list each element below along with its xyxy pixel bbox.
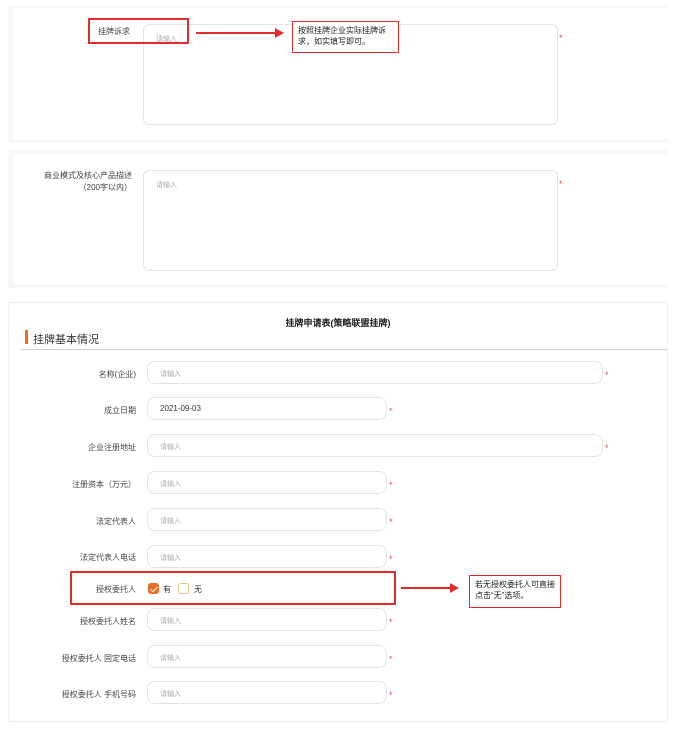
field-label-agent-mobile: 授权委托人 手机号码: [61, 690, 136, 699]
registered-capital-placeholder: 请输入: [160, 481, 181, 488]
agent-landline-required: *: [389, 654, 393, 664]
founding-date-required: *: [389, 406, 393, 416]
business-model-label-line2: （200字以内）: [78, 183, 132, 192]
legal-representative-placeholder: 请输入: [160, 518, 181, 525]
agent-landline-placeholder: 请输入: [160, 655, 181, 662]
authorized-agent-note: 若无授权委托人可直接点击“无”选项。: [469, 575, 561, 608]
agent-name-required: *: [389, 617, 393, 627]
business-model-placeholder: 请输入: [156, 182, 177, 189]
legal-rep-phone-input[interactable]: 请输入: [147, 545, 387, 568]
form-title: 挂牌申请表(策略联盟挂牌): [285, 318, 391, 328]
company-name-placeholder: 请输入: [160, 371, 181, 378]
company-name-required: *: [605, 370, 609, 380]
section-divider: [21, 349, 667, 350]
company-name-input[interactable]: 请输入: [147, 361, 603, 384]
agent-mobile-placeholder: 请输入: [160, 691, 181, 698]
founding-date-input[interactable]: 2021-09-03: [147, 397, 387, 420]
registered-capital-required: *: [389, 480, 393, 490]
field-label-company-name: 名称(企业): [98, 370, 136, 379]
legal-representative-required: *: [389, 517, 393, 527]
field-label-registered-capital: 注册资本（万元）: [72, 480, 136, 489]
section-title: 挂牌基本情况: [33, 334, 99, 346]
agent-name-input[interactable]: 请输入: [147, 608, 387, 631]
field-label-founding-date: 成立日期: [104, 406, 136, 415]
registered-address-input[interactable]: 请输入: [147, 434, 603, 457]
field-label-agent-name: 授权委托人姓名: [80, 617, 136, 626]
agent-mobile-required: *: [389, 690, 393, 700]
registered-address-required: *: [605, 443, 609, 453]
legal-rep-phone-placeholder: 请输入: [160, 555, 181, 562]
business-model-textarea[interactable]: 请输入: [143, 170, 558, 271]
agent-mobile-input[interactable]: 请输入: [147, 681, 387, 704]
authorized-agent-arrow: [401, 583, 459, 593]
registered-capital-input[interactable]: 请输入: [147, 471, 387, 494]
founding-date-value: 2021-09-03: [160, 404, 201, 413]
business-model-required: *: [559, 179, 563, 189]
agent-landline-input[interactable]: 请输入: [147, 645, 387, 668]
business-model-label-line1: 商业模式及核心产品描述: [44, 171, 132, 180]
field-label-registered-address: 企业注册地址: [88, 443, 136, 452]
listing-appeal-note: 按照挂牌企业实际挂牌诉求，如实填写即可。: [292, 21, 399, 53]
registered-address-placeholder: 请输入: [160, 444, 181, 451]
listing-appeal-required: *: [559, 33, 563, 43]
field-label-agent-landline: 授权委托人 固定电话: [61, 654, 136, 663]
field-label-legal-representative: 法定代表人: [96, 517, 136, 526]
field-label-legal-rep-phone: 法定代表人电话: [80, 553, 136, 562]
authorized-agent-highlight: [70, 571, 396, 605]
listing-appeal-highlight: [88, 18, 189, 44]
listing-appeal-arrow: [196, 28, 284, 38]
section-accent-bar: [25, 330, 28, 344]
business-model-label: 商业模式及核心产品描述 （200字以内）: [22, 170, 132, 194]
legal-representative-input[interactable]: 请输入: [147, 508, 387, 531]
legal-rep-phone-required: *: [389, 554, 393, 564]
agent-name-placeholder: 请输入: [160, 618, 181, 625]
